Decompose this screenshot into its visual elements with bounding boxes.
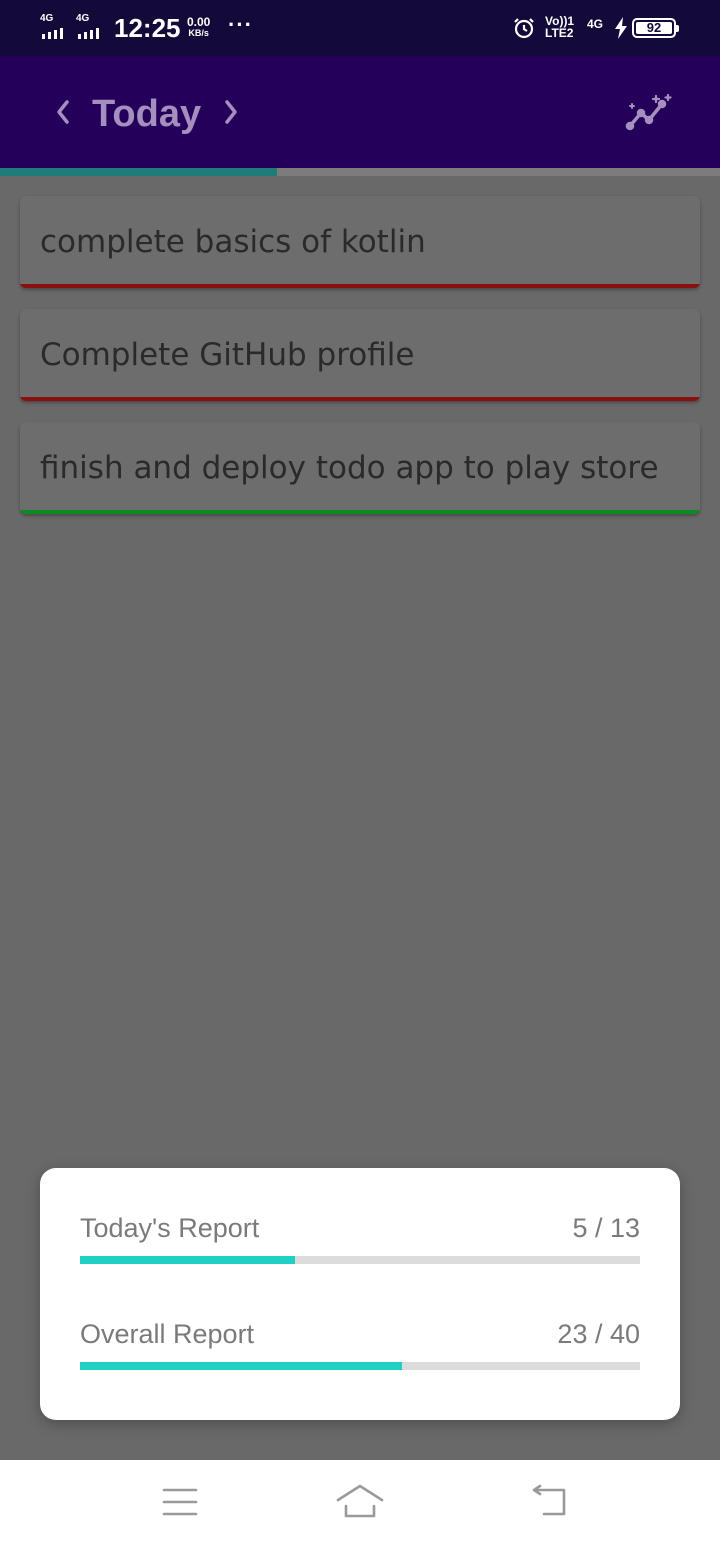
system-navigation-bar bbox=[0, 1460, 720, 1544]
overall-report-label: Overall Report bbox=[80, 1319, 255, 1349]
clock: 12:25 bbox=[114, 13, 181, 43]
today-report-label: Today's Report bbox=[80, 1213, 260, 1243]
day-progress-fill bbox=[0, 168, 278, 176]
chevron-left-icon bbox=[57, 100, 69, 124]
day-progress-bar bbox=[0, 168, 720, 176]
back-button[interactable] bbox=[528, 1482, 568, 1522]
battery-icon: 92 bbox=[632, 18, 679, 38]
overall-report-progress-fill bbox=[80, 1362, 402, 1370]
report-card: Today's Report 5 / 13 Overall Report 23 … bbox=[40, 1168, 680, 1420]
battery-level: 92 bbox=[646, 20, 662, 35]
sim1-signal-icon: 4G bbox=[40, 14, 74, 42]
today-report-progress bbox=[80, 1256, 640, 1264]
app-bar: Today bbox=[0, 56, 720, 168]
alarm-icon bbox=[512, 16, 536, 45]
data-speed-unit: KB/s bbox=[188, 28, 209, 38]
network-type-label: 4G bbox=[587, 17, 604, 31]
insights-icon bbox=[625, 93, 672, 131]
volte-indicator: Vo))1 LTE2 bbox=[545, 15, 574, 39]
today-report-count: 5 / 13 bbox=[572, 1213, 640, 1243]
task-title: finish and deploy todo app to play store bbox=[40, 450, 659, 486]
page-title: Today bbox=[92, 93, 202, 135]
task-status-line bbox=[20, 397, 700, 401]
data-speed: 0.00 KB/s bbox=[187, 16, 210, 38]
today-report-progress-fill bbox=[80, 1256, 296, 1264]
next-day-button[interactable] bbox=[210, 92, 250, 132]
charging-icon bbox=[614, 17, 628, 44]
task-item[interactable]: Complete GitHub profile bbox=[20, 309, 700, 401]
insights-button[interactable] bbox=[624, 92, 676, 132]
task-status-line bbox=[20, 510, 700, 514]
home-button[interactable] bbox=[336, 1482, 384, 1522]
data-speed-value: 0.00 bbox=[187, 15, 211, 29]
home-icon bbox=[336, 1484, 384, 1518]
overall-report-count: 23 / 40 bbox=[557, 1319, 640, 1349]
back-icon bbox=[532, 1484, 566, 1516]
sim1-network-label: 4G bbox=[40, 13, 54, 24]
task-item[interactable]: complete basics of kotlin bbox=[20, 196, 700, 288]
task-status-line bbox=[20, 284, 700, 288]
chevron-right-icon bbox=[225, 100, 237, 124]
previous-day-button[interactable] bbox=[44, 92, 84, 132]
overall-report-progress bbox=[80, 1362, 640, 1370]
lte-label: LTE2 bbox=[545, 26, 574, 40]
status-bar: 4G 4G 12:25 0.00 KB/s ··· Vo))1 LTE2 4G … bbox=[0, 0, 720, 56]
sim2-signal-icon: 4G bbox=[76, 14, 110, 42]
task-title: Complete GitHub profile bbox=[40, 337, 415, 373]
menu-icon bbox=[162, 1488, 198, 1516]
task-title: complete basics of kotlin bbox=[40, 224, 426, 260]
more-notifications-icon: ··· bbox=[228, 12, 253, 37]
task-item[interactable]: finish and deploy todo app to play store bbox=[20, 422, 700, 514]
sim2-network-label: 4G bbox=[76, 13, 90, 24]
menu-button[interactable] bbox=[160, 1482, 200, 1522]
